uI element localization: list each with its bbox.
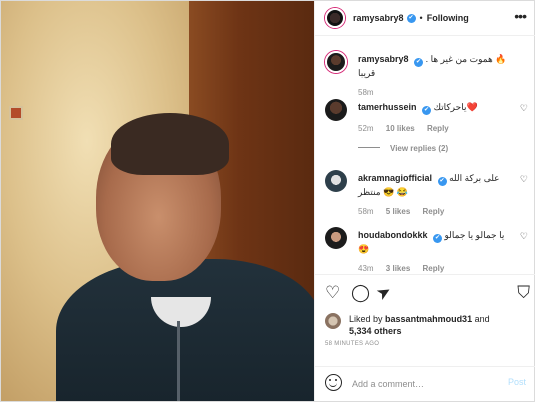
liked-by-connector: and <box>474 314 490 324</box>
more-options-icon[interactable]: ••• <box>514 9 527 23</box>
replies-line <box>358 147 380 148</box>
comment-body: akramnagiofficial ✔ على بركة الله 😂 😎 من… <box>358 172 513 216</box>
comment-avatar[interactable] <box>325 99 347 121</box>
liked-by-text: Liked by bassantmahmoud31 and 5,334 othe… <box>349 313 529 337</box>
comment-like-heart-icon[interactable]: ♡ <box>520 174 528 185</box>
liked-by-user[interactable]: bassantmahmoud31 <box>385 314 472 324</box>
verified-badge-icon: ✔ <box>414 58 424 67</box>
photo-wall-plate <box>9 106 23 120</box>
comment-likes[interactable]: 3 likes <box>386 264 410 273</box>
view-replies-button[interactable]: View replies (2) <box>325 144 530 153</box>
author-avatar[interactable] <box>325 8 345 28</box>
verified-badge-icon: ✔ <box>437 177 447 186</box>
comment-avatar[interactable] <box>325 170 347 192</box>
share-icon[interactable]: ➤ <box>373 281 395 305</box>
post-timestamp[interactable]: 58 MINUTES AGO <box>325 341 379 347</box>
reply-button[interactable]: Reply <box>423 264 445 273</box>
comment-username[interactable]: houdabondokkk <box>358 230 428 240</box>
caption-username[interactable]: ramysabry8 <box>358 54 409 64</box>
liked-by-prefix: Liked by <box>349 314 383 324</box>
comment-likes[interactable]: 10 likes <box>386 124 415 133</box>
reply-button[interactable]: Reply <box>423 207 445 216</box>
comment-username[interactable]: tamerhussein <box>358 102 417 112</box>
instagram-post: ramysabry8 ✔ • Following ••• ramysabry8 … <box>0 0 535 402</box>
comment-like-heart-icon[interactable]: ♡ <box>520 231 528 242</box>
comment-username[interactable]: akramnagiofficial <box>358 173 432 183</box>
comment-likes[interactable]: 5 likes <box>386 207 410 216</box>
header-separator: • <box>419 13 423 23</box>
comment-time[interactable]: 52m <box>358 124 374 133</box>
emoji-icon[interactable] <box>325 374 342 391</box>
post-photo[interactable] <box>1 1 314 401</box>
view-replies-label: View replies (2) <box>390 144 449 153</box>
photo-person-jacket <box>56 259 314 401</box>
liker-avatar[interactable] <box>325 313 341 329</box>
action-icons: ♡ ◯ ➤ ⛉ <box>325 281 530 305</box>
comment-time[interactable]: 43m <box>358 264 374 273</box>
comments-list[interactable]: ramysabry8 ✔ 🔥 هموت من غير ها . قريبا 58… <box>315 37 535 273</box>
add-comment-bar: Post <box>315 366 535 401</box>
comment-icon[interactable]: ◯ <box>351 284 370 302</box>
add-comment-input[interactable] <box>352 377 492 391</box>
caption-time[interactable]: 58m <box>358 88 374 97</box>
verified-badge-icon: ✔ <box>406 13 416 23</box>
photo-person-zipper <box>177 321 180 401</box>
post-comment-button[interactable]: Post <box>508 377 526 387</box>
verified-badge-icon: ✔ <box>433 234 443 243</box>
liked-by-others[interactable]: 5,334 others <box>349 326 402 336</box>
photo-person-hair <box>111 113 229 175</box>
comment-time[interactable]: 58m <box>358 207 374 216</box>
verified-badge-icon: ✔ <box>422 106 432 115</box>
view-replies-row: View replies (2) <box>325 144 530 153</box>
comment-like-heart-icon[interactable]: ♡ <box>520 103 528 114</box>
caption-avatar[interactable] <box>325 51 347 73</box>
following-button[interactable]: Following <box>427 13 469 23</box>
bookmark-icon[interactable]: ⛉ <box>517 284 530 302</box>
post-header: ramysabry8 ✔ • Following ••• <box>315 1 535 36</box>
comment-body: houdabondokkk ✔ يا جمالو يا جمالو 😍 43m … <box>358 229 513 273</box>
comment-avatar[interactable] <box>325 227 347 249</box>
post-sidebar: ramysabry8 ✔ • Following ••• ramysabry8 … <box>314 1 535 401</box>
comment-body: tamerhussein ✔ ❤️ياحركاتك 52m 10 likes R… <box>358 101 513 133</box>
post-actions: ♡ ◯ ➤ ⛉ Liked by bassantmahmoud31 and 5,… <box>315 274 535 366</box>
heart-icon[interactable]: ♡ <box>325 284 340 302</box>
comment-text: ❤️ياحركاتك <box>433 102 478 112</box>
reply-button[interactable]: Reply <box>427 124 449 133</box>
caption-body: ramysabry8 ✔ 🔥 هموت من غير ها . قريبا 58… <box>358 53 513 97</box>
author-username[interactable]: ramysabry8 <box>353 13 404 23</box>
